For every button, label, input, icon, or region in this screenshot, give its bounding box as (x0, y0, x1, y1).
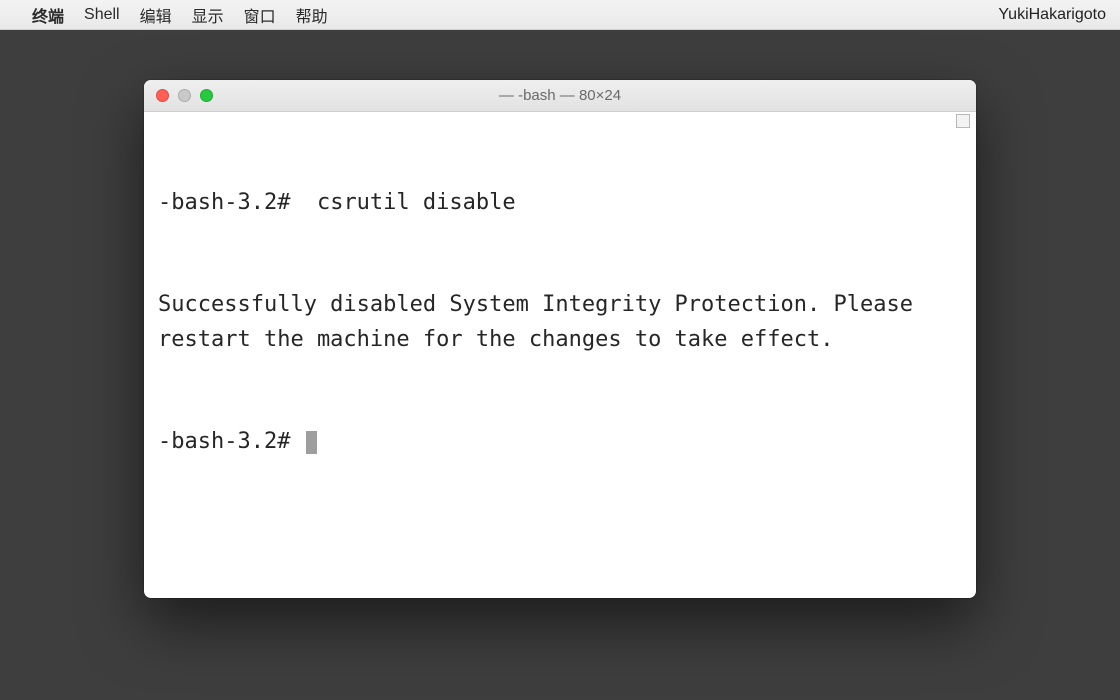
minimize-button[interactable] (178, 89, 191, 102)
menu-edit[interactable]: 编辑 (140, 3, 172, 27)
window-traffic-lights (156, 89, 213, 102)
terminal-window[interactable]: — -bash — 80×24 -bash-3.2# csrutil disab… (144, 80, 976, 598)
app-menu[interactable]: 终端 (32, 3, 64, 27)
menu-window[interactable]: 窗口 (244, 3, 276, 27)
window-title: — -bash — 80×24 (144, 87, 976, 104)
terminal-output[interactable]: -bash-3.2# csrutil disable Successfully … (144, 112, 976, 598)
menu-view[interactable]: 显示 (192, 3, 224, 27)
terminal-line: -bash-3.2# csrutil disable (158, 186, 962, 220)
window-titlebar[interactable]: — -bash — 80×24 (144, 80, 976, 112)
terminal-line: Successfully disabled System Integrity P… (158, 288, 962, 356)
desktop-background: — -bash — 80×24 -bash-3.2# csrutil disab… (0, 30, 1120, 700)
menubar-right-status: YukiHakarigoto (998, 6, 1106, 24)
terminal-line: -bash-3.2# (158, 425, 962, 459)
text-cursor (306, 431, 317, 454)
shell-prompt: -bash-3.2# (158, 429, 304, 454)
menu-help[interactable]: 帮助 (296, 3, 328, 27)
zoom-button[interactable] (200, 89, 213, 102)
shell-command: csrutil disable (304, 190, 516, 215)
menu-shell[interactable]: Shell (84, 6, 120, 24)
close-button[interactable] (156, 89, 169, 102)
shell-prompt: -bash-3.2# (158, 190, 304, 215)
system-menubar: 终端 Shell 编辑 显示 窗口 帮助 YukiHakarigoto (0, 0, 1120, 30)
